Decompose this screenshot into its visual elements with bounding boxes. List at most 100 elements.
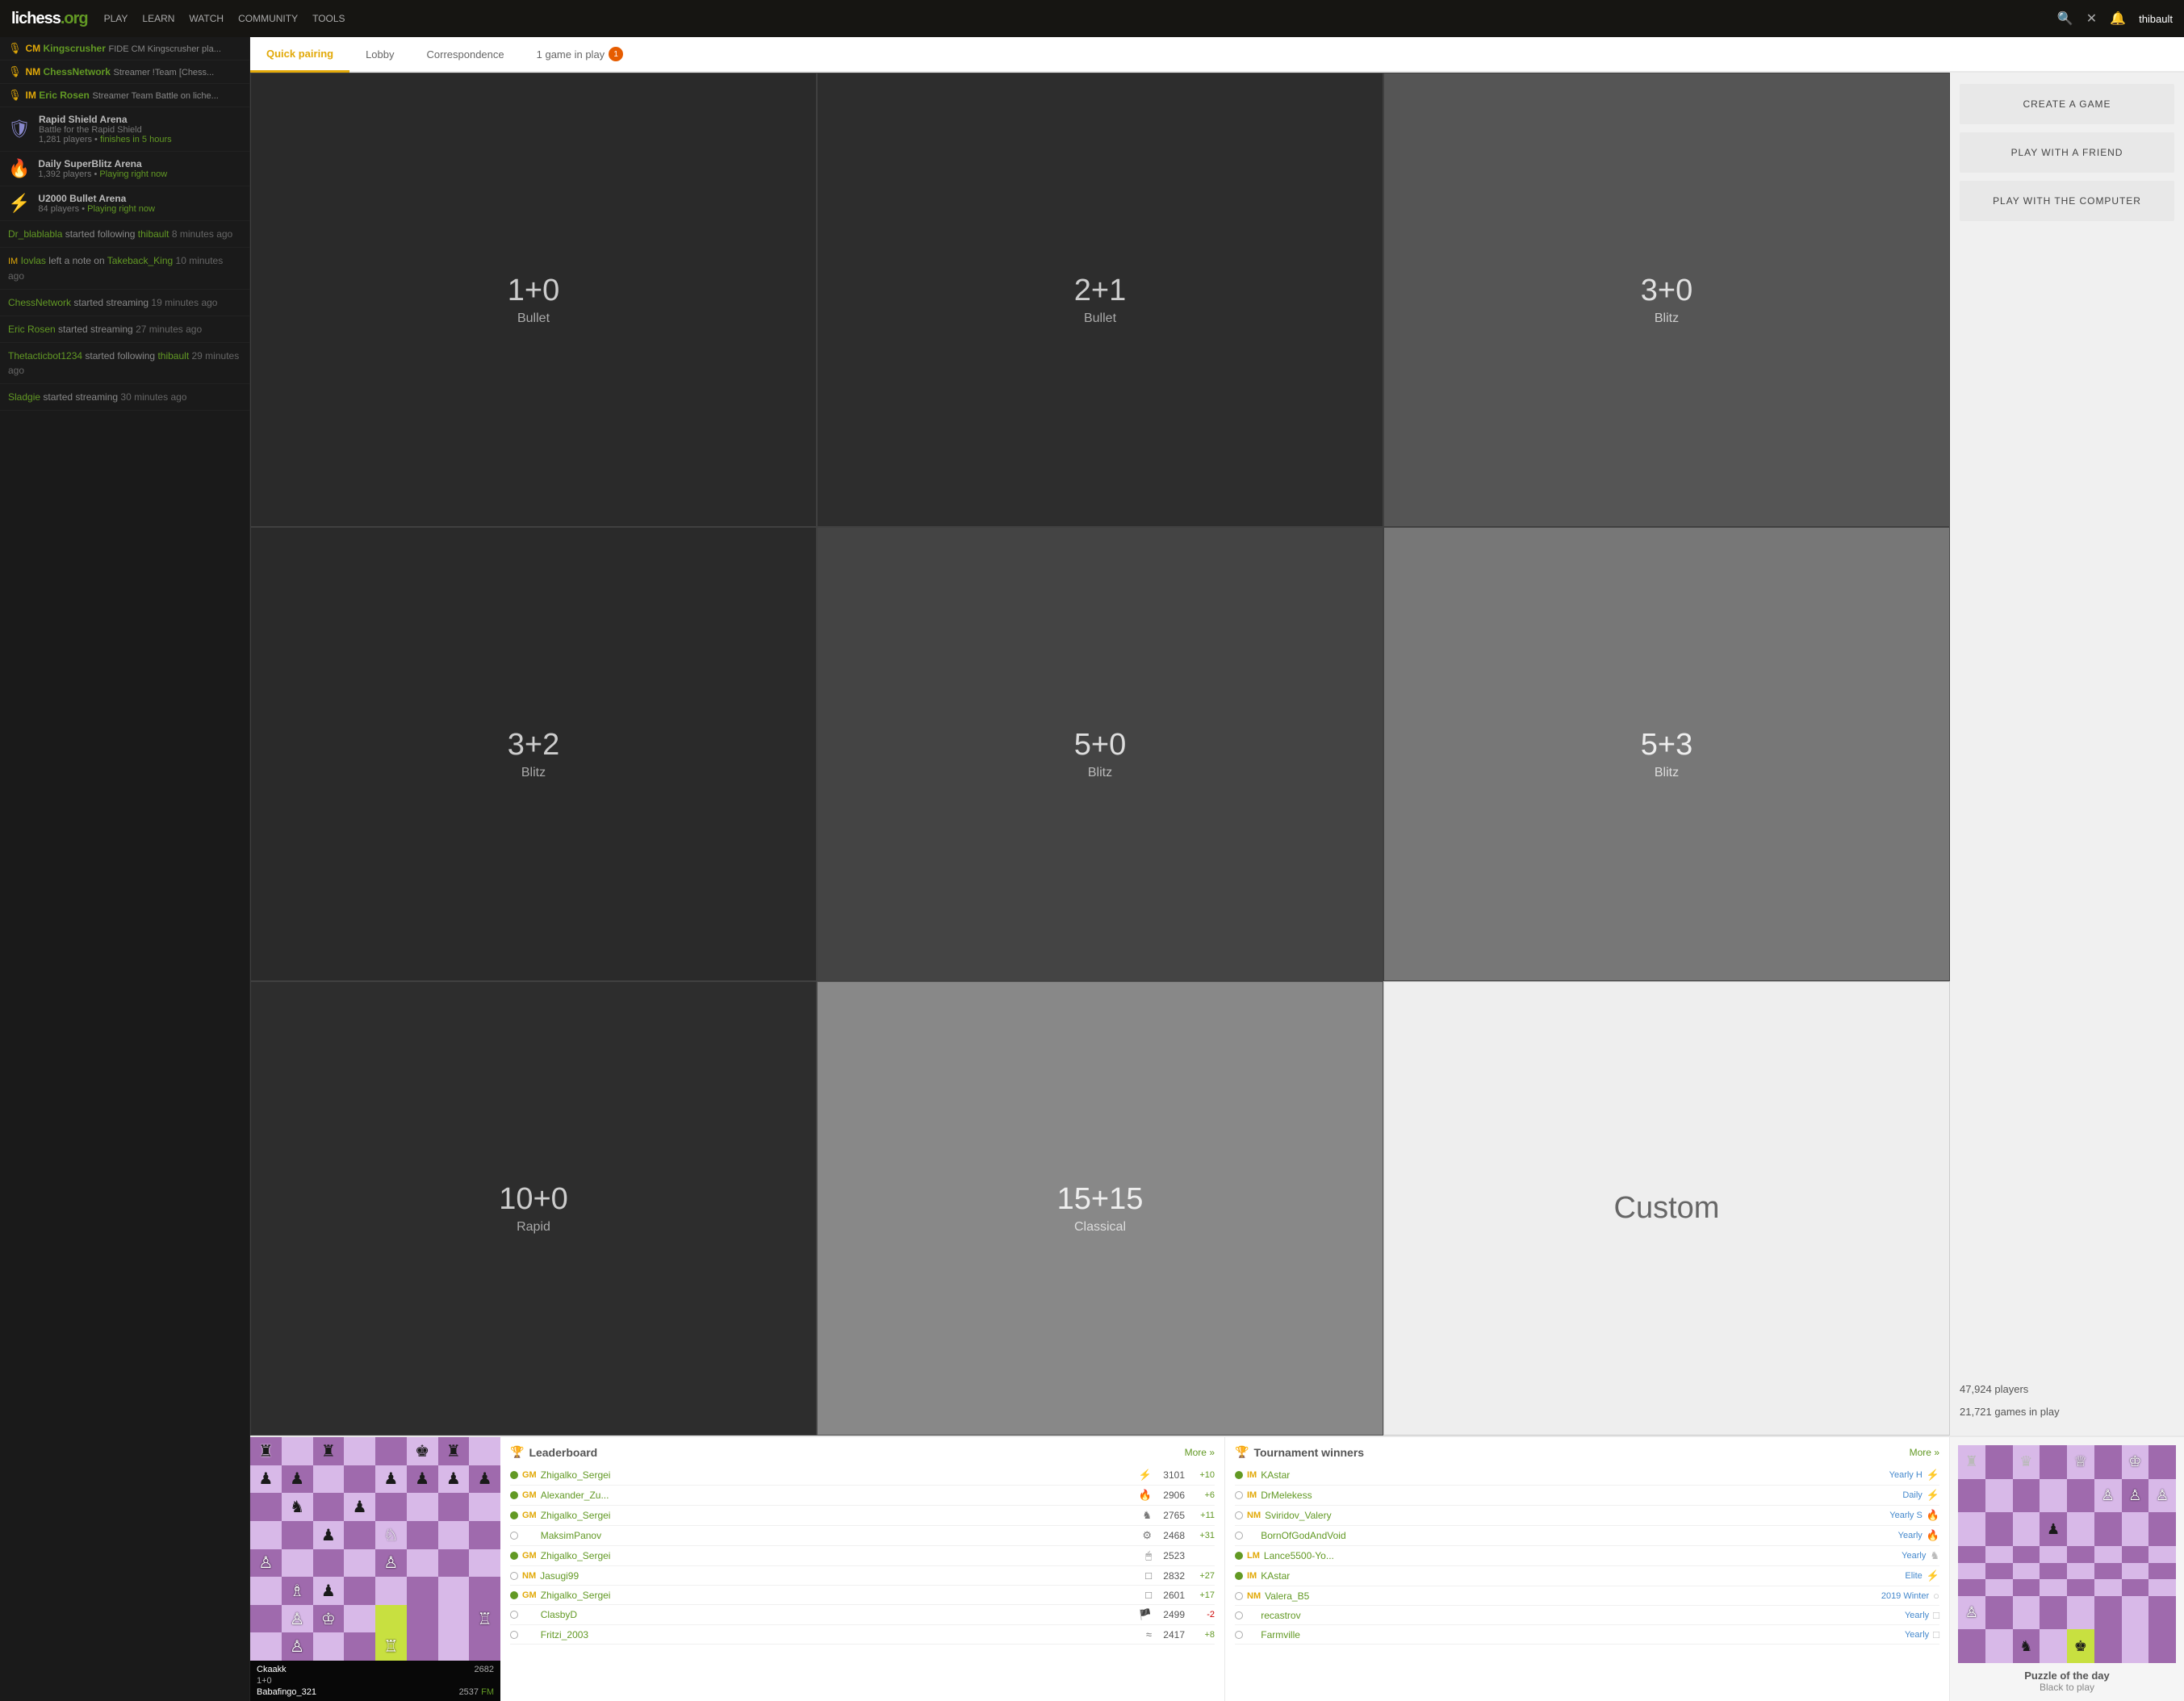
t-name-1: Rapid Shield Arena [39,114,172,125]
lb-row-6[interactable]: NM Jasugi99 □ 2832 +27 [510,1566,1215,1586]
nav-link-watch[interactable]: WATCH [189,13,224,24]
t-sub-2: 1,281 players • finishes in 5 hours [39,135,172,144]
t-name-3: U2000 Bullet Arena [38,193,155,204]
puzzle-board: ♜ ♛ ♕ ♔ ♙ ♙ ♙ [1958,1445,2176,1663]
streamer-item-3[interactable]: 🎙 IM Eric Rosen Streamer Team Battle on … [0,84,249,107]
close-icon[interactable]: ✕ [2086,10,2097,27]
leaderboard-header: 🏆 Leaderboard More » [510,1445,1215,1459]
lb-row-4[interactable]: GM MaksimPanov ⚙ 2468 +31 [510,1526,1215,1546]
pair-mode-7: Rapid [517,1220,550,1235]
mic-icon-3: 🎙 [8,89,22,102]
nav-link-tools[interactable]: TOOLS [312,13,345,24]
pair-time-5: 5+0 [1074,728,1126,763]
tw-row-6[interactable]: IM KAstar Elite ⚡ [1235,1566,1939,1586]
stats-area: 47,924 players 21,721 games in play [1960,1378,2174,1424]
streamer-name-1: Kingscrusher [44,43,106,54]
lb-row-8[interactable]: GM ClasbyD 🏴 2499 -2 [510,1605,1215,1625]
tw-more[interactable]: More » [1910,1447,1939,1458]
activity-item-5: Thetacticbot1234 started following thiba… [0,343,249,384]
tw-row-8[interactable]: IM recastrov Yearly □ [1235,1606,1939,1625]
lb-row-1[interactable]: GM Zhigalko_Sergei ⚡ 3101 +10 [510,1465,1215,1486]
bottom-board[interactable]: ♜ ♜ ♚ ♜ ♟ ♟ ♟ ♟ ♟ ♟ [250,1437,500,1701]
tournament-bullet[interactable]: ⚡ U2000 Bullet Arena 84 players • Playin… [0,186,249,221]
logo[interactable]: lichess.org [11,10,88,28]
play-computer-button[interactable]: PLAY WITH THE COMPUTER [1960,181,2174,221]
pair-cell-4[interactable]: 3+2 Blitz [250,527,817,981]
games-count: 21,721 games in play [1960,1401,2174,1424]
leaderboard-more[interactable]: More » [1185,1447,1215,1458]
pair-cell-3[interactable]: 3+0 Blitz [1383,73,1950,527]
tw-title: 🏆 Tournament winners [1235,1445,1364,1459]
pair-cell-5[interactable]: 5+0 Blitz [817,527,1383,981]
puzzle-label: Puzzle of the day [2024,1670,2109,1682]
search-icon[interactable]: 🔍 [2057,10,2073,27]
tw-row-2[interactable]: IM DrMelekess Daily ⚡ [1235,1486,1939,1506]
puzzle-sub: Black to play [2040,1682,2094,1693]
pair-cell-2[interactable]: 2+1 Bullet [817,73,1383,527]
nav-link-learn[interactable]: LEARN [142,13,174,24]
tab-correspondence[interactable]: Correspondence [411,37,521,71]
username[interactable]: thibault [2139,13,2173,25]
t-name-2: Daily SuperBlitz Arena [38,158,167,169]
activity-item-3: ChessNetwork started streaming 19 minute… [0,290,249,316]
tw-row-7[interactable]: NM Valera_B5 2019 Winter ○ [1235,1586,1939,1606]
tw-row-3[interactable]: NM Sviridov_Valery Yearly S 🔥 [1235,1506,1939,1526]
pair-cell-custom[interactable]: Custom [1383,981,1950,1436]
t-sub-3: 1,392 players • Playing right now [38,169,167,179]
pair-cell-8[interactable]: 15+15 Classical [817,981,1383,1436]
pair-mode-6: Blitz [1655,766,1679,780]
leaderboard-section: 🏆 Leaderboard More » GM Zhigalko_Sergei … [500,1437,1225,1701]
pair-mode-5: Blitz [1088,766,1112,780]
pair-time-2: 2+1 [1074,274,1126,308]
tw-row-4[interactable]: IM BornOfGodAndVoid Yearly 🔥 [1235,1526,1939,1546]
pairing-grid-container: ♞ 1+0 Bullet 2+1 Bullet 3+0 [250,73,1950,1436]
pair-mode-4: Blitz [521,766,546,780]
game-badge: 1 [609,47,623,61]
tab-lobby[interactable]: Lobby [349,37,410,71]
lb-row-3[interactable]: GM Zhigalko_Sergei ♞ 2765 +11 [510,1506,1215,1526]
streamer-item-1[interactable]: 🎙 CM Kingscrusher FIDE CM Kingscrusher p… [0,37,249,61]
lb-row-7[interactable]: GM Zhigalko_Sergei □ 2601 +17 [510,1586,1215,1605]
tw-row-1[interactable]: IM KAstar Yearly H ⚡ [1235,1465,1939,1486]
pair-time-4: 3+2 [508,728,559,763]
pair-cell-6[interactable]: 5+3 Blitz [1383,527,1950,981]
top-nav: lichess.org PLAY LEARN WATCH COMMUNITY T… [0,0,2184,37]
tournament-winners-section: 🏆 Tournament winners More » IM KAstar Ye… [1225,1437,1950,1701]
nav-link-community[interactable]: COMMUNITY [238,13,298,24]
bell-icon[interactable]: 🔔 [2110,10,2126,27]
nav-link-play[interactable]: PLAY [104,13,128,24]
tab-quick-pairing[interactable]: Quick pairing [250,37,349,73]
tournament-rapid-shield[interactable]: 🛡 Rapid Shield Arena Battle for the Rapi… [0,107,249,152]
pair-mode-1: Bullet [517,311,550,326]
pair-time-1: 1+0 [508,274,559,308]
play-friend-button[interactable]: PLAY WITH A FRIEND [1960,132,2174,173]
tab-game-in-play[interactable]: 1 game in play 1 [521,37,640,71]
puzzle-section[interactable]: ♜ ♛ ♕ ♔ ♙ ♙ ♙ [1950,1437,2184,1701]
t-sub-4: 84 players • Playing right now [38,204,155,214]
tw-row-9[interactable]: IM Farmville Yearly □ [1235,1625,1939,1645]
lb-row-9[interactable]: GM Fritzi_2003 ≈ 2417 +8 [510,1625,1215,1645]
sidebar: 🎙 CM Kingscrusher FIDE CM Kingscrusher p… [0,37,250,1701]
bolt-icon: ⚡ [8,193,30,214]
streamer-desc-3: Streamer Team Battle on liche... [93,91,219,101]
pair-time-custom: Custom [1614,1191,1720,1226]
lb-row-5[interactable]: GM Zhigalko_Sergei 🖱 2523 [510,1546,1215,1566]
streamer-item-2[interactable]: 🎙 NM ChessNetwork Streamer !Team [Chess.… [0,61,249,84]
pair-time-8: 15+15 [1057,1182,1144,1217]
streamer-desc-2: Streamer !Team [Chess... [114,68,215,77]
activity-item-4: Eric Rosen started streaming 27 minutes … [0,316,249,343]
pair-cell-1[interactable]: 1+0 Bullet [250,73,817,527]
pairing-grid: 1+0 Bullet 2+1 Bullet 3+0 Blitz 3+2 Bl [250,73,1950,1436]
create-game-button[interactable]: CREATE A GAME [1960,84,2174,124]
t-sub-1: Battle for the Rapid Shield [39,125,172,135]
pairing-and-right: ♞ 1+0 Bullet 2+1 Bullet 3+0 [250,73,2184,1436]
lb-row-2[interactable]: GM Alexander_Zu... 🔥 2906 +6 [510,1486,1215,1506]
fire-icon: 🔥 [8,158,30,179]
pair-cell-7[interactable]: 10+0 Rapid [250,981,817,1436]
shield-icon: 🛡 [8,119,31,140]
streamer-name-3: Eric Rosen [39,90,90,101]
activity-item-6: Sladgie started streaming 30 minutes ago [0,384,249,411]
tournament-superblitz[interactable]: 🔥 Daily SuperBlitz Arena 1,392 players •… [0,152,249,186]
mini-chessboard: ♜ ♜ ♚ ♜ ♟ ♟ ♟ ♟ ♟ ♟ [250,1437,500,1661]
tw-row-5[interactable]: LM Lance5500-Yo... Yearly ♞ [1235,1546,1939,1566]
